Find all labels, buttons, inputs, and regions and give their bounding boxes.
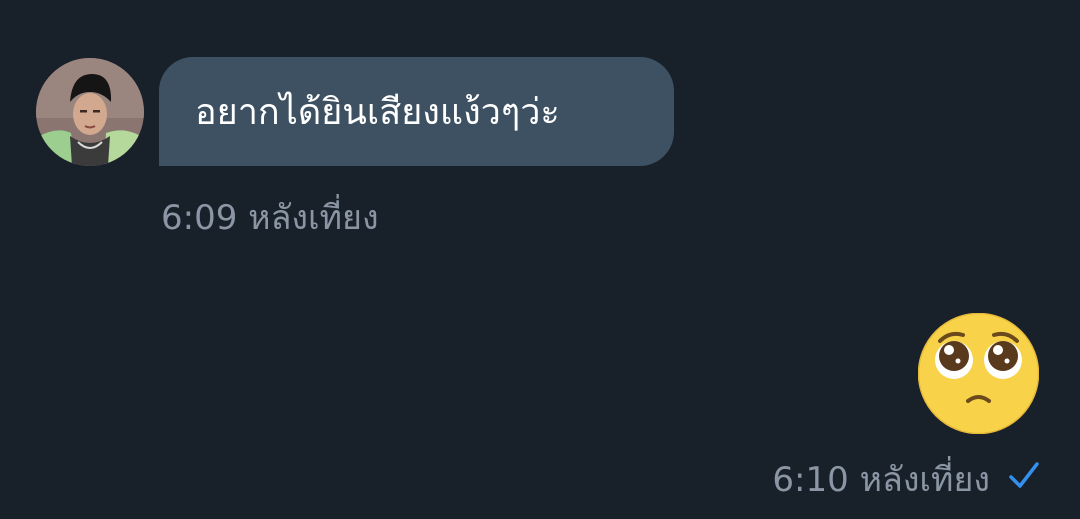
incoming-message-text: อยากได้ยินเสียงแง้วๆว่ะ [195, 92, 560, 133]
avatar-image [36, 58, 144, 166]
contact-avatar[interactable] [36, 58, 144, 166]
chat-view: อยากได้ยินเสียงแง้วๆว่ะ 6:09 หลังเที่ยง … [0, 0, 1080, 519]
read-check-icon [1009, 462, 1039, 488]
pleading-face-emoji-message[interactable] [917, 312, 1040, 435]
outgoing-message-timestamp: 6:10 หลังเที่ยง [772, 460, 990, 500]
incoming-message-bubble[interactable]: อยากได้ยินเสียงแง้วๆว่ะ [159, 57, 674, 166]
pleading-face-icon [917, 312, 1040, 435]
incoming-message-timestamp: 6:09 หลังเที่ยง [161, 198, 379, 238]
